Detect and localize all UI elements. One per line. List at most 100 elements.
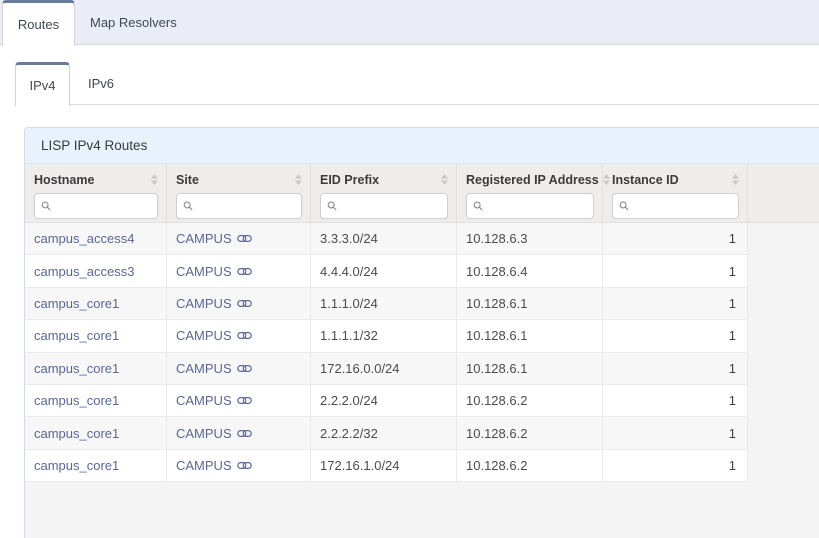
instance-id-cell: 1	[603, 417, 748, 448]
panel-header: LISP IPv4 Routes	[25, 128, 819, 164]
registered-ip-cell: 10.128.6.1	[457, 353, 603, 384]
eid-prefix-cell: 2.2.2.0/24	[311, 385, 457, 416]
column-header-hostname: Hostname	[25, 164, 167, 222]
site-link[interactable]: CAMPUS	[176, 296, 252, 311]
table-row: campus_core1 CAMPUS 2.2.2.0/24 10.128.6.…	[25, 385, 748, 417]
tab-map-resolvers-label: Map Resolvers	[90, 15, 177, 30]
instance-id-cell: 1	[603, 255, 748, 286]
sort-icon[interactable]	[295, 174, 302, 185]
primary-tab-bar: Routes Map Resolvers	[0, 0, 819, 45]
tab-routes-label: Routes	[18, 17, 59, 32]
table-header-row: Hostname Site EID Prefix	[25, 164, 819, 223]
column-header-site: Site	[167, 164, 311, 222]
site-link[interactable]: CAMPUS	[176, 361, 252, 376]
tab-ipv4-label: IPv4	[29, 78, 55, 93]
tab-ipv4[interactable]: IPv4	[15, 62, 70, 106]
eid-prefix-filter	[320, 193, 448, 219]
sort-icon[interactable]	[441, 174, 448, 185]
table-row: campus_access3 CAMPUS 4.4.4.0/24 10.128.…	[25, 255, 748, 287]
table-row: campus_core1 CAMPUS 172.16.0.0/24 10.128…	[25, 353, 748, 385]
table-row: campus_core1 CAMPUS 172.16.1.0/24 10.128…	[25, 450, 748, 482]
panel-title: LISP IPv4 Routes	[41, 138, 147, 153]
site-filter-input[interactable]	[198, 199, 295, 213]
tab-routes[interactable]: Routes	[2, 0, 75, 46]
tab-map-resolvers[interactable]: Map Resolvers	[90, 0, 177, 45]
hostname-filter-input[interactable]	[56, 199, 151, 213]
tab-ipv6[interactable]: IPv6	[88, 62, 114, 105]
link-icon	[237, 331, 252, 340]
registered-ip-cell: 10.128.6.1	[457, 320, 603, 351]
link-icon	[237, 299, 252, 308]
site-link[interactable]: CAMPUS	[176, 231, 252, 246]
search-icon	[41, 200, 51, 212]
hostname-link[interactable]: campus_core1	[34, 361, 119, 376]
eid-prefix-cell: 172.16.0.0/24	[311, 353, 457, 384]
link-icon	[237, 364, 252, 373]
hostname-link[interactable]: campus_core1	[34, 328, 119, 343]
registered-ip-filter-input[interactable]	[488, 199, 587, 213]
lisp-ipv4-routes-panel: LISP IPv4 Routes Hostname Site	[24, 127, 819, 538]
column-label-hostname[interactable]: Hostname	[34, 173, 94, 187]
instance-id-cell: 1	[603, 353, 748, 384]
eid-prefix-filter-input[interactable]	[342, 199, 441, 213]
column-label-site[interactable]: Site	[176, 173, 199, 187]
site-link[interactable]: CAMPUS	[176, 393, 252, 408]
instance-id-cell: 1	[603, 450, 748, 481]
site-filter	[176, 193, 302, 219]
table-row: campus_core1 CAMPUS 2.2.2.2/32 10.128.6.…	[25, 417, 748, 449]
column-label-instance-id[interactable]: Instance ID	[612, 173, 679, 187]
instance-id-filter	[612, 193, 739, 219]
registered-ip-cell: 10.128.6.1	[457, 288, 603, 319]
search-icon	[619, 200, 629, 212]
secondary-tab-bar: IPv4 IPv6	[15, 62, 819, 105]
site-link[interactable]: CAMPUS	[176, 264, 252, 279]
table-row: campus_access4 CAMPUS 3.3.3.0/24 10.128.…	[25, 223, 748, 255]
instance-id-cell: 1	[603, 223, 748, 254]
hostname-link[interactable]: campus_access4	[34, 231, 134, 246]
registered-ip-cell: 10.128.6.2	[457, 385, 603, 416]
registered-ip-filter	[466, 193, 594, 219]
link-icon	[237, 461, 252, 470]
link-icon	[237, 234, 252, 243]
eid-prefix-cell: 3.3.3.0/24	[311, 223, 457, 254]
instance-id-filter-input[interactable]	[634, 199, 732, 213]
hostname-link[interactable]: campus_core1	[34, 393, 119, 408]
hostname-link[interactable]: campus_core1	[34, 296, 119, 311]
site-link[interactable]: CAMPUS	[176, 426, 252, 441]
column-header-registered-ip: Registered IP Address	[457, 164, 603, 222]
sort-icon[interactable]	[151, 174, 158, 185]
registered-ip-cell: 10.128.6.2	[457, 450, 603, 481]
column-header-eid-prefix: EID Prefix	[311, 164, 457, 222]
column-label-eid-prefix[interactable]: EID Prefix	[320, 173, 379, 187]
eid-prefix-cell: 4.4.4.0/24	[311, 255, 457, 286]
table-header-spacer	[748, 164, 819, 222]
instance-id-cell: 1	[603, 288, 748, 319]
site-link[interactable]: CAMPUS	[176, 458, 252, 473]
link-icon	[237, 429, 252, 438]
registered-ip-cell: 10.128.6.3	[457, 223, 603, 254]
site-link[interactable]: CAMPUS	[176, 328, 252, 343]
hostname-filter	[34, 193, 158, 219]
tab-ipv6-label: IPv6	[88, 76, 114, 91]
eid-prefix-cell: 1.1.1.1/32	[311, 320, 457, 351]
search-icon	[327, 200, 337, 212]
hostname-link[interactable]: campus_core1	[34, 426, 119, 441]
link-icon	[237, 396, 252, 405]
instance-id-cell: 1	[603, 320, 748, 351]
registered-ip-cell: 10.128.6.4	[457, 255, 603, 286]
instance-id-cell: 1	[603, 385, 748, 416]
column-header-instance-id: Instance ID	[603, 164, 748, 222]
search-icon	[473, 200, 483, 212]
sort-icon[interactable]	[732, 174, 739, 185]
hostname-link[interactable]: campus_access3	[34, 264, 134, 279]
eid-prefix-cell: 2.2.2.2/32	[311, 417, 457, 448]
eid-prefix-cell: 1.1.1.0/24	[311, 288, 457, 319]
hostname-link[interactable]: campus_core1	[34, 458, 119, 473]
routes-table-body: campus_access4 CAMPUS 3.3.3.0/24 10.128.…	[25, 223, 748, 482]
link-icon	[237, 267, 252, 276]
eid-prefix-cell: 172.16.1.0/24	[311, 450, 457, 481]
table-row: campus_core1 CAMPUS 1.1.1.0/24 10.128.6.…	[25, 288, 748, 320]
column-label-registered-ip[interactable]: Registered IP Address	[466, 173, 599, 187]
registered-ip-cell: 10.128.6.2	[457, 417, 603, 448]
search-icon	[183, 200, 193, 212]
